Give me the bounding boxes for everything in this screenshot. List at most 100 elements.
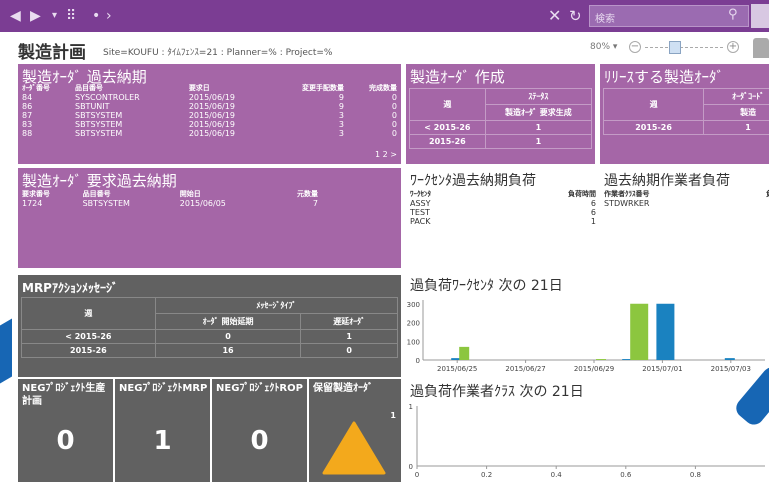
- tile-mrp-messages[interactable]: MRPｱｸｼｮﾝﾒｯｾｰｼﾞ 週ﾒｯｾｰｼﾞﾀｲﾌﾟ ｵｰﾀﾞ 開始延期 遅延ｵｰ…: [18, 275, 401, 377]
- cell: 1: [484, 134, 593, 149]
- table-row[interactable]: 2015-26 1: [602, 120, 769, 135]
- zoom-slider[interactable]: − +: [629, 40, 739, 56]
- next-icon[interactable]: ›: [106, 7, 112, 25]
- cell: 0: [391, 93, 397, 102]
- table-row[interactable]: STDWRKER: [602, 199, 769, 208]
- table-row[interactable]: ASSY 6: [408, 199, 598, 208]
- tile-kpi-neg-project-rop[interactable]: NEGﾌﾟﾛｼﾞｪｸﾄROP 0: [212, 379, 307, 482]
- zoom-thumb[interactable]: [669, 41, 681, 54]
- cell: < 2015-26: [409, 120, 486, 135]
- x-tick-label: 2015/07/03: [711, 365, 751, 373]
- refresh-icon[interactable]: ↻: [569, 7, 582, 25]
- x-tick-label: 0.6: [620, 471, 632, 479]
- cell: SBTSYSTEM: [74, 129, 123, 138]
- table-row[interactable]: 2015-26 16 0: [21, 343, 398, 358]
- tile-title: 製造ｵｰﾀﾞ 作成: [410, 68, 505, 86]
- cell: 83: [22, 120, 33, 129]
- mrp-messages-table: 週ﾒｯｾｰｼﾞﾀｲﾌﾟ ｵｰﾀﾞ 開始延期 遅延ｵｰﾀﾞ < 2015-26 0 1 …: [21, 297, 399, 358]
- col-header: 週: [21, 297, 156, 330]
- x-tick-label: 2015/06/29: [574, 365, 614, 373]
- cell: 0: [391, 120, 397, 129]
- close-icon[interactable]: ✕: [548, 7, 561, 25]
- bar: [656, 303, 675, 360]
- tile-release-orders[interactable]: ﾘﾘｰｽする製造ｵｰﾀﾞ 週ｵｰﾀﾞｺｰﾄﾞ 製造 2015-26 1: [600, 64, 769, 164]
- tile-past-due-requests[interactable]: 製造ｵｰﾀﾞ 要求過去納期 要求番号 品目番号 開始日 元数量 1724 SBTS…: [18, 168, 401, 268]
- past-due-orders-table: ｵｰﾀﾞ番号 品目番号 要求日 変更手配数量 完成数量 84 SYSCONTROL…: [20, 84, 399, 138]
- col-header: 要求日: [188, 84, 210, 92]
- cell: 7: [312, 199, 318, 208]
- table-row[interactable]: 2015-26 1: [409, 134, 593, 149]
- col-header: 負荷: [734, 190, 769, 199]
- tile-title: MRPｱｸｼｮﾝﾒｯｾｰｼﾞ: [22, 281, 118, 295]
- table-row[interactable]: PACK 1: [408, 217, 598, 226]
- search-input[interactable]: 検索 ⚲: [589, 5, 749, 27]
- pager[interactable]: 1 2 >: [375, 150, 397, 159]
- cell: SBTSYSTEM: [74, 120, 123, 129]
- table-row[interactable]: < 2015-26 0 1: [21, 329, 398, 344]
- page-subtitle: Site=KOUFU : ﾀｲﾑﾌｪﾝｽ=21 : Planner=% : Pr…: [103, 48, 333, 58]
- table-row[interactable]: 86 SBTUNIT 2015/06/19 9 0: [20, 102, 399, 111]
- zoom-out-button[interactable]: −: [629, 41, 641, 53]
- tile-kpi-neg-project-plan[interactable]: NEGﾌﾟﾛｼﾞｪｸﾄ生産計画 0: [18, 379, 113, 482]
- cell: 2015/06/19: [188, 120, 235, 129]
- wc-load-table: ﾜｰｸｾﾝﾀ 負荷時間 ASSY 6 TEST 6 PACK 1: [408, 190, 598, 226]
- wc-load-title: ﾜｰｸｾﾝﾀ過去納期負荷: [410, 173, 536, 189]
- x-tick-label: 0.8: [690, 471, 701, 479]
- zoom-select[interactable]: 80% ▾: [590, 42, 617, 52]
- cell: 16: [154, 343, 302, 358]
- y-tick-label: 0: [416, 357, 420, 365]
- lock-icon[interactable]: [753, 38, 769, 58]
- cell: SBTUNIT: [74, 102, 110, 111]
- table-row[interactable]: 83 SBTSYSTEM 2015/06/19 3 0: [20, 120, 399, 129]
- cell: 0: [154, 329, 302, 344]
- back-icon[interactable]: ◀: [10, 7, 21, 25]
- tile-past-due-orders[interactable]: 製造ｵｰﾀﾞ 過去納期 ｵｰﾀﾞ番号 品目番号 要求日 変更手配数量 完成数量 …: [18, 64, 401, 164]
- cell: ASSY: [410, 199, 431, 208]
- overload-worker-chart: 0 1 0 0.2 0.4 0.6 0.8: [409, 403, 765, 479]
- cell: 2015-26: [602, 120, 705, 135]
- avatar[interactable]: [751, 4, 769, 28]
- col-header: 元数量: [297, 190, 318, 198]
- table-row[interactable]: TEST 6: [408, 208, 598, 217]
- tile-create-orders[interactable]: 製造ｵｰﾀﾞ 作成 週ｽﾃｰﾀｽ 製造ｵｰﾀﾞ 要求生成 < 2015-26 1 …: [406, 64, 595, 164]
- table-row[interactable]: 84 SYSCONTROLER 2015/06/19 9 0: [20, 93, 399, 102]
- zoom-value: 80%: [590, 42, 611, 52]
- search-icon[interactable]: ⚲: [728, 7, 738, 22]
- tile-kpi-neg-project-mrp[interactable]: NEGﾌﾟﾛｼﾞｪｸﾄMRP 1: [115, 379, 210, 482]
- page-title: 製造計画: [18, 43, 86, 63]
- tile-title: ﾘﾘｰｽする製造ｵｰﾀﾞ: [604, 68, 725, 86]
- cell: 2015/06/19: [188, 129, 235, 138]
- tile-kpi-held-orders[interactable]: 保留製造ｵｰﾀﾞ 1: [309, 379, 401, 482]
- col-header: 製造ｵｰﾀﾞ 要求生成: [484, 104, 593, 121]
- dropdown-icon[interactable]: ▾: [52, 7, 57, 25]
- col-header: 要求番号: [22, 190, 50, 198]
- table-row[interactable]: 1724 SBTSYSTEM 2015/06/05 7: [20, 199, 320, 208]
- cell: 3: [338, 129, 344, 138]
- cell: 3: [338, 120, 344, 129]
- col-header: 完成数量: [369, 84, 397, 92]
- grid-menu-icon[interactable]: ⠿: [66, 7, 76, 25]
- col-header: 製造: [703, 104, 769, 121]
- cell: 1: [484, 120, 593, 135]
- zoom-track: [645, 47, 723, 48]
- col-header: ｵｰﾀﾞ番号: [22, 84, 50, 92]
- kpi-title: NEGﾌﾟﾛｼﾞｪｸﾄMRP: [119, 383, 208, 394]
- col-header: 週: [602, 88, 705, 121]
- x-tick-label: 2015/06/25: [437, 365, 477, 373]
- cell: 87: [22, 111, 33, 120]
- zoom-in-button[interactable]: +: [727, 41, 739, 53]
- table-row[interactable]: 88 SBTSYSTEM 2015/06/19 3 0: [20, 129, 399, 138]
- dot-icon[interactable]: •: [92, 7, 100, 25]
- bar: [459, 346, 470, 360]
- kpi-value: 1: [390, 411, 396, 420]
- table-row[interactable]: 87 SBTSYSTEM 2015/06/19 3 0: [20, 111, 399, 120]
- kpi-value: 0: [250, 426, 269, 456]
- forward-icon[interactable]: ▶: [30, 7, 41, 25]
- worker-load-title: 過去納期作業者負荷: [604, 173, 730, 189]
- cell: 86: [22, 102, 33, 111]
- cell: 2015-26: [21, 343, 156, 358]
- cell: 2015-26: [409, 134, 486, 149]
- col-header: ｽﾃｰﾀｽ: [484, 88, 593, 105]
- table-row[interactable]: < 2015-26 1: [409, 120, 593, 135]
- cell: SBTSYSTEM: [82, 199, 130, 208]
